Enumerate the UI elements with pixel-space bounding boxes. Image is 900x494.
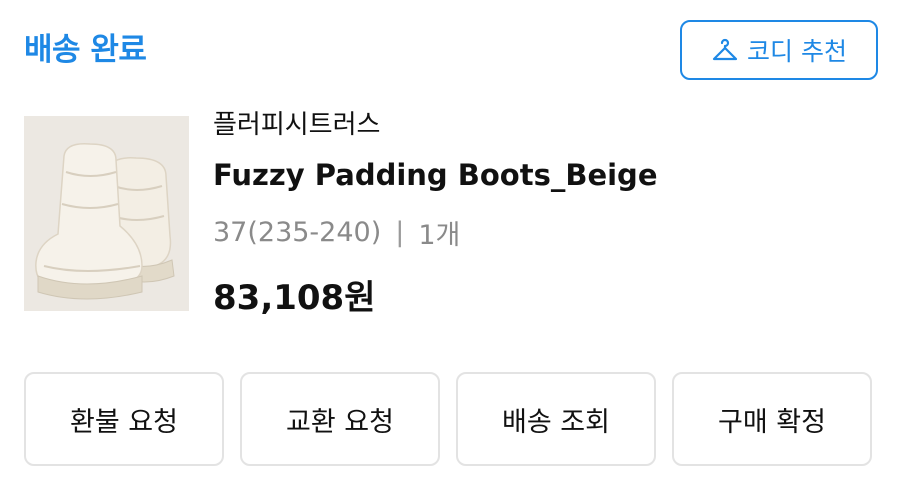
- product-price: 83,108원: [213, 278, 376, 318]
- product-name[interactable]: Fuzzy Padding Boots_Beige: [213, 158, 658, 192]
- exchange-request-button[interactable]: 교환 요청: [240, 372, 440, 466]
- brand-name[interactable]: 플러피시트러스: [213, 104, 380, 141]
- option-separator: |: [395, 217, 405, 248]
- confirm-purchase-button[interactable]: 구매 확정: [672, 372, 872, 466]
- track-delivery-button[interactable]: 배송 조회: [456, 372, 656, 466]
- refund-request-button[interactable]: 환불 요청: [24, 372, 224, 466]
- order-actions: 환불 요청 교환 요청 배송 조회 구매 확정: [24, 372, 872, 466]
- coordi-recommend-label: 코디 추천: [747, 37, 847, 66]
- option-size: 37(235-240): [213, 217, 382, 248]
- option-row: 37(235-240) | 1개: [213, 213, 460, 252]
- hanger-icon: [711, 36, 739, 64]
- delivery-status: 배송 완료: [24, 32, 147, 68]
- option-quantity: 1개: [418, 220, 461, 251]
- coordi-recommend-button[interactable]: 코디 추천: [680, 20, 878, 80]
- product-image[interactable]: [24, 116, 189, 311]
